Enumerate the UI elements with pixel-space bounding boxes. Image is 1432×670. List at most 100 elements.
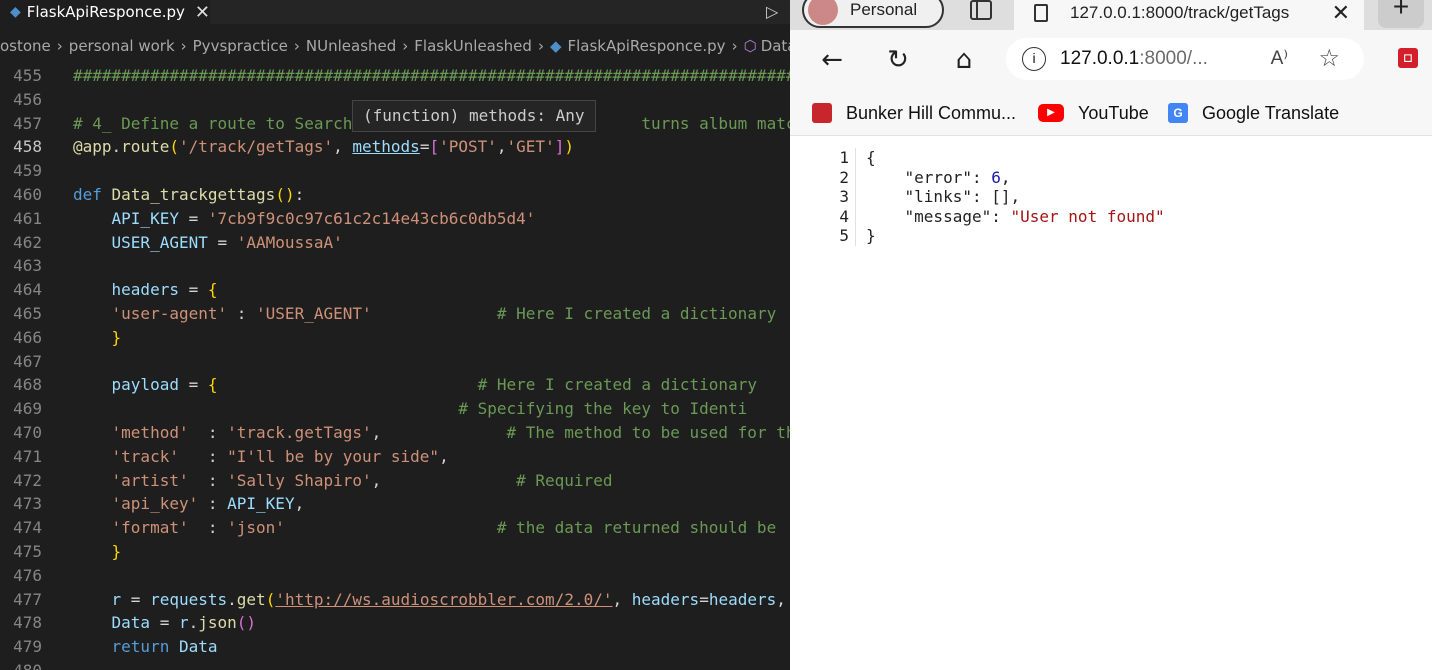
breadcrumb-item[interactable]: ostone: [0, 37, 51, 55]
code-line[interactable]: 468 payload = { # Here I created a dicti…: [0, 373, 790, 397]
breadcrumb-item[interactable]: personal work: [69, 37, 175, 55]
code-line[interactable]: 470 'method' : 'track.getTags', # The me…: [0, 421, 790, 445]
code-line[interactable]: 466 }: [0, 326, 790, 350]
line-number: 477: [13, 589, 42, 609]
python-file-icon: ◆: [10, 4, 21, 20]
line-number: 462: [13, 232, 42, 252]
code-text: ########################################…: [73, 66, 790, 85]
line-number: 476: [13, 565, 42, 585]
code-text: 'method' : 'track.getTags', # The method…: [111, 422, 790, 442]
code-line[interactable]: 464 headers = {: [0, 278, 790, 302]
json-line-number: 2: [839, 167, 849, 187]
code-area[interactable]: 455 #####################################…: [0, 64, 790, 670]
code-line[interactable]: 460 def Data_trackgettags():: [0, 183, 790, 207]
chevron-right-icon: ›: [56, 37, 63, 55]
breadcrumb-item[interactable]: NUnleashed: [306, 37, 396, 55]
code-line[interactable]: 462 USER_AGENT = 'AAMoussaA': [0, 231, 790, 255]
code-line[interactable]: 478 Data = r.json(): [0, 611, 790, 635]
code-text: }: [111, 541, 122, 561]
line-number: 474: [13, 518, 42, 538]
code-text: API_KEY = '7cb9f9c0c97c61c2c14e43cb6c0db…: [111, 208, 536, 228]
line-number: 459: [13, 161, 42, 181]
code-line[interactable]: 479 return Data: [0, 635, 790, 659]
bookmark-google-translate[interactable]: G Google Translate: [1168, 100, 1339, 126]
breadcrumb: ostone › personal work › Pyvspractice › …: [0, 34, 790, 58]
code-text: headers = {: [111, 280, 218, 300]
code-line[interactable]: 475 }: [0, 540, 790, 564]
code-line[interactable]: 471 'track' : "I'll be by your side",: [0, 445, 790, 469]
code-line[interactable]: 467: [0, 350, 790, 374]
code-line[interactable]: 476: [0, 564, 790, 588]
tab-actions-icon[interactable]: [970, 0, 992, 20]
line-number: 456: [13, 89, 42, 109]
code-line[interactable]: 477 r = requests.get('http://ws.audioscr…: [0, 588, 790, 612]
youtube-icon: ▶: [1038, 104, 1064, 122]
code-text: @app.route('/track/getTags', methods=['P…: [73, 137, 574, 157]
line-number: 467: [13, 351, 42, 371]
bookmark-bunker-hill[interactable]: Bunker Hill Commu...: [812, 100, 1016, 126]
hover-tooltip: (function) methods: Any: [352, 100, 596, 132]
extension-icon[interactable]: ◻: [1398, 48, 1418, 68]
close-tab-icon[interactable]: ✕: [1332, 0, 1350, 26]
browser-tab-title: 127.0.0.1:8000/track/getTags: [1070, 3, 1290, 22]
json-line: {: [866, 148, 876, 167]
code-text: Data = r.json(): [111, 613, 257, 633]
editor-tab[interactable]: ◆ FlaskApiResponce.py ✕: [0, 0, 210, 24]
code-line[interactable]: 469 # Specifying the key to Identi: [0, 397, 790, 421]
code-text: }: [111, 327, 122, 347]
code-editor[interactable]: ◆ FlaskApiResponce.py ✕ ▷ ostone › perso…: [0, 0, 790, 670]
browser-tab[interactable]: 127.0.0.1:8000/track/getTags ✕: [1014, 0, 1364, 30]
read-aloud-icon[interactable]: A⁾: [1271, 47, 1288, 70]
chevron-right-icon: ›: [537, 37, 544, 55]
json-line-number: 5: [839, 226, 849, 246]
json-line: "error": 6,: [904, 167, 1011, 187]
editor-tab-title: FlaskApiResponce.py: [26, 3, 185, 21]
python-file-icon: ◆: [549, 37, 562, 55]
back-icon[interactable]: ←: [816, 44, 848, 76]
bookmark-label: Bunker Hill Commu...: [846, 102, 1017, 123]
home-icon[interactable]: ⌂: [948, 44, 980, 76]
editor-tab-bar: ◆ FlaskApiResponce.py ✕ ▷: [0, 0, 790, 24]
run-icon[interactable]: ▷: [766, 0, 786, 24]
code-text: def Data_trackgettags():: [73, 184, 305, 204]
profile-button[interactable]: Personal: [802, 0, 944, 28]
code-line[interactable]: 473 'api_key' : API_KEY,: [0, 492, 790, 516]
favorite-star-icon[interactable]: ☆: [1318, 44, 1340, 72]
json-line-number: 3: [839, 187, 849, 207]
json-line-numbers: 12345: [826, 148, 856, 246]
avatar: [808, 0, 838, 25]
code-line[interactable]: 458 @app.route('/track/getTags', methods=…: [0, 135, 790, 159]
code-line[interactable]: 465 'user-agent' : 'USER_AGENT' # Here I…: [0, 302, 790, 326]
line-number: 460: [13, 184, 42, 204]
code-text: 'api_key' : API_KEY,: [111, 494, 305, 514]
address-bar[interactable]: i 127.0.0.1:8000/... A⁾ ☆: [1006, 38, 1364, 80]
code-line[interactable]: 459: [0, 159, 790, 183]
breadcrumb-item[interactable]: FlaskUnleashed: [414, 37, 532, 55]
code-line[interactable]: 472 'artist' : 'Sally Shapiro', # Requir…: [0, 469, 790, 493]
line-number: 469: [13, 399, 42, 419]
code-line[interactable]: 474 'format' : 'json' # the data returne…: [0, 516, 790, 540]
page-icon: [1034, 4, 1048, 22]
refresh-icon[interactable]: ↻: [882, 44, 914, 76]
line-number: 479: [13, 637, 42, 657]
line-number: 475: [13, 541, 42, 561]
json-line: "message": "User not found": [904, 206, 1165, 226]
code-line[interactable]: 461 API_KEY = '7cb9f9c0c97c61c2c14e43cb6…: [0, 207, 790, 231]
address-path: :8000/...: [1139, 48, 1208, 69]
line-number: 461: [13, 208, 42, 228]
code-text: 'format' : 'json' # the data returned sh…: [111, 518, 777, 538]
code-line[interactable]: 480: [0, 659, 790, 670]
line-number: 480: [0, 659, 42, 670]
browser-title-bar: Personal 127.0.0.1:8000/track/getTags ✕ …: [790, 0, 1432, 30]
breadcrumb-item[interactable]: FlaskApiResponce.py: [567, 37, 725, 55]
chevron-right-icon: ›: [402, 37, 409, 55]
code-line[interactable]: 463: [0, 254, 790, 278]
code-line[interactable]: 455 #####################################…: [0, 64, 790, 88]
breadcrumb-item[interactable]: Pyvspractice: [193, 37, 288, 55]
bookmark-youtube[interactable]: ▶ YouTube: [1038, 100, 1149, 126]
info-icon[interactable]: i: [1022, 47, 1046, 71]
breadcrumb-item[interactable]: Data_: [761, 37, 790, 55]
chevron-right-icon: ›: [731, 37, 738, 55]
new-tab-button[interactable]: +: [1378, 0, 1424, 28]
close-tab-icon[interactable]: ✕: [195, 2, 210, 23]
